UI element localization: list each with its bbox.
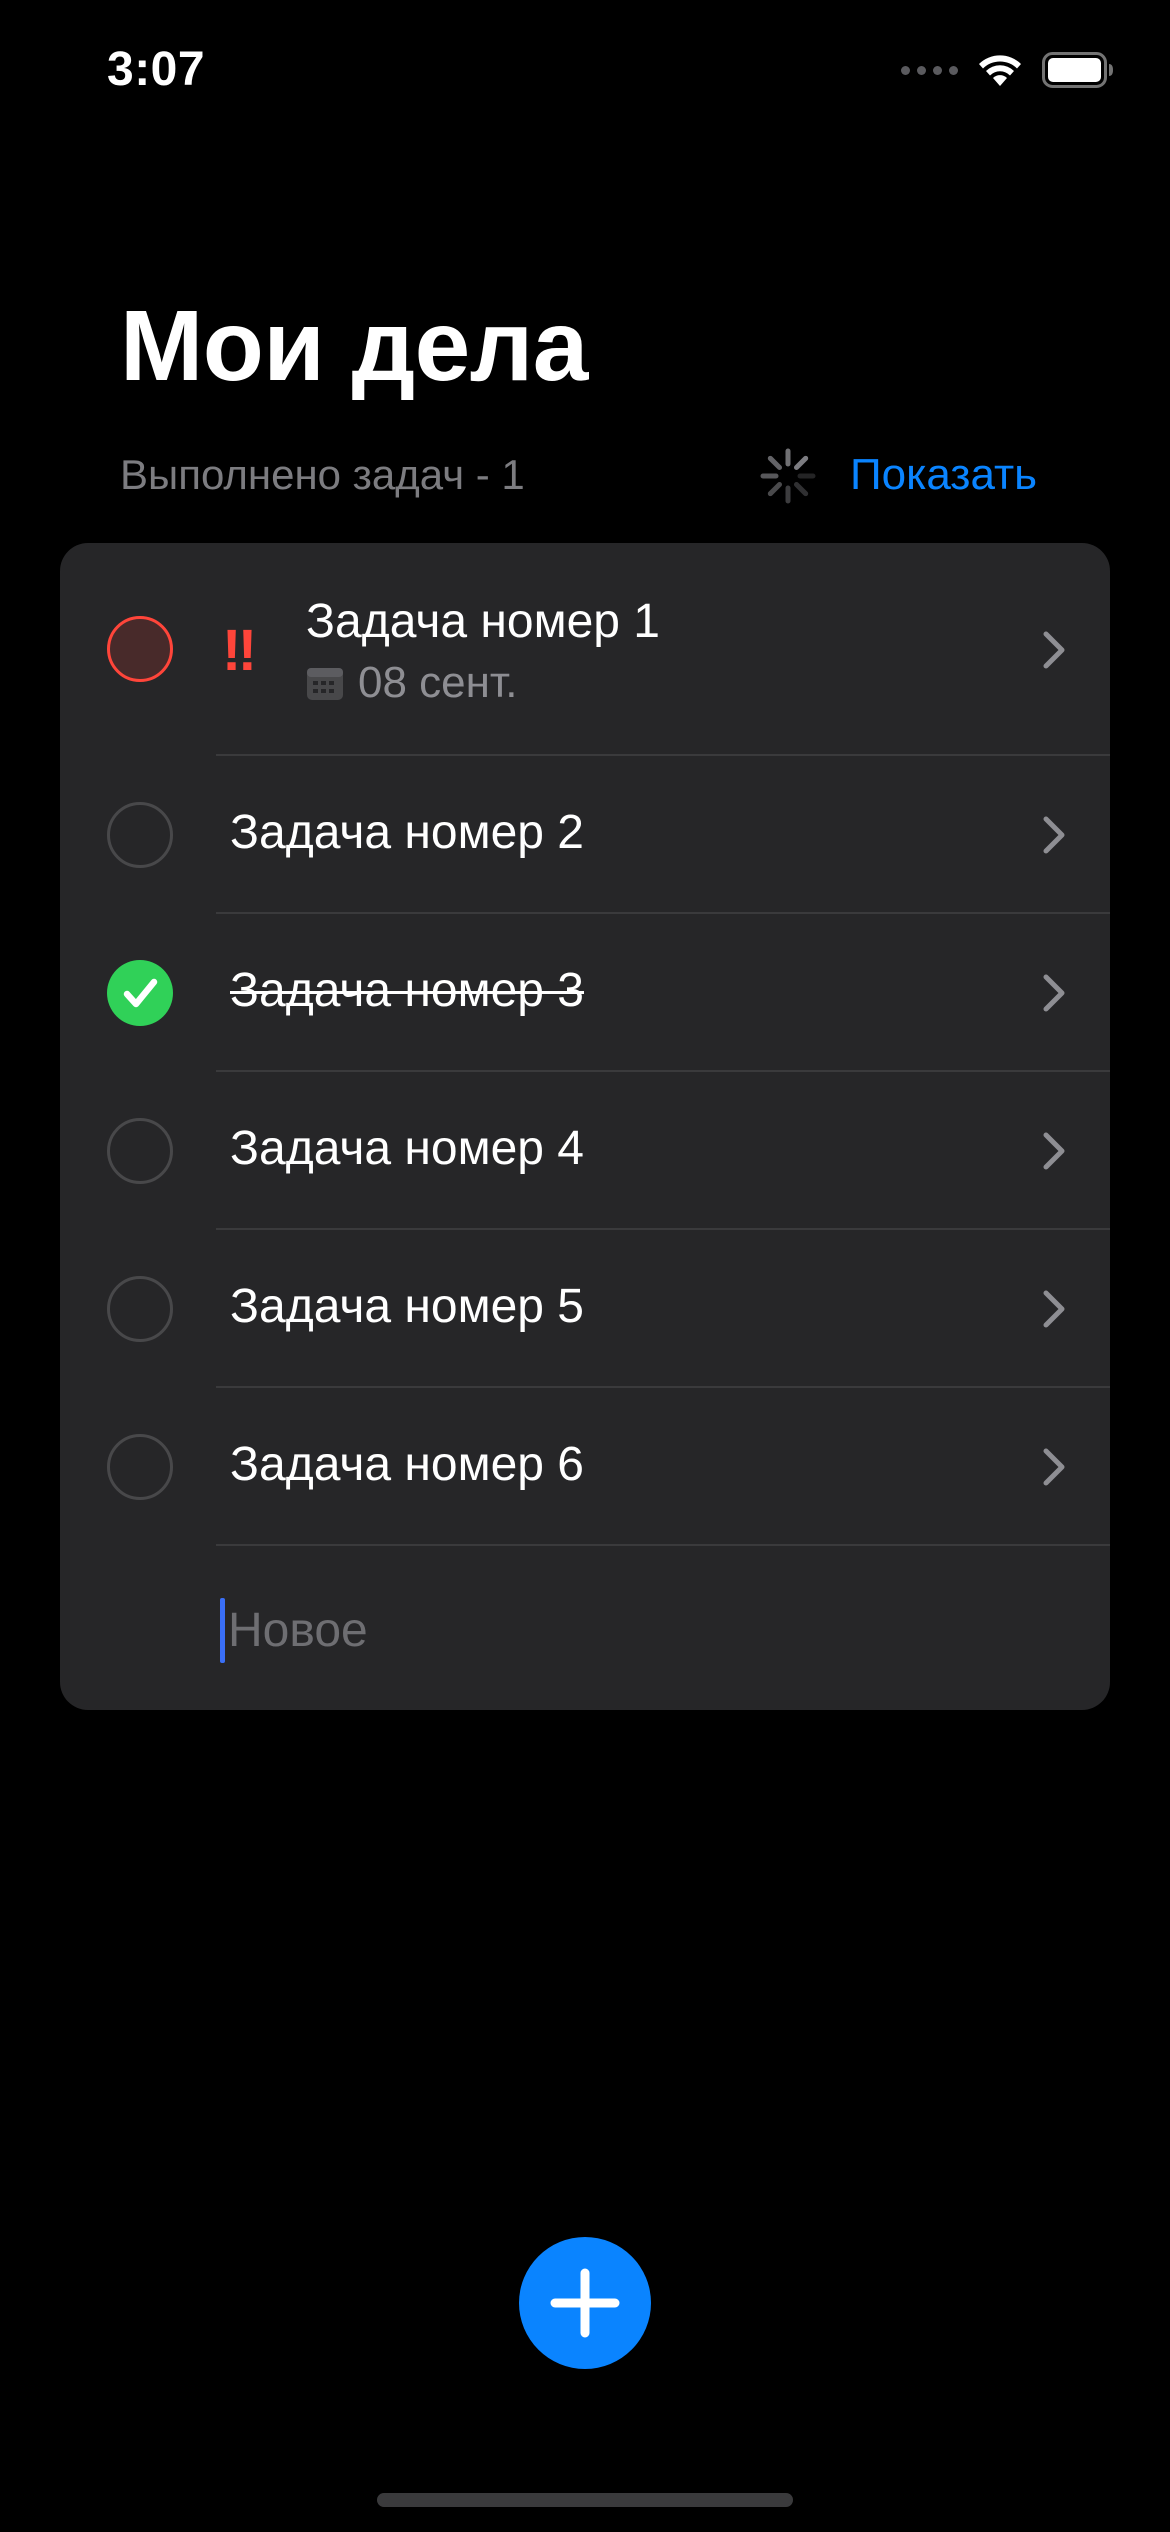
show-completed-button[interactable]: Показать <box>850 447 1037 503</box>
checkmark-icon <box>123 978 158 1008</box>
task-checkbox-checked[interactable] <box>107 960 173 1026</box>
loading-spinner-icon <box>760 448 816 504</box>
new-task-input[interactable] <box>222 1599 1048 1661</box>
battery-icon <box>1042 52 1113 88</box>
task-checkbox[interactable] <box>107 802 173 868</box>
chevron-right-icon <box>1043 1448 1065 1486</box>
task-checkbox[interactable] <box>107 616 173 682</box>
task-row[interactable]: Задача номер 2 <box>60 756 1110 914</box>
chevron-right-icon <box>1043 1290 1065 1328</box>
task-title: Задача номер 2 <box>230 806 584 859</box>
task-deadline: 08 сент. <box>306 655 517 711</box>
plus-icon <box>550 2268 620 2338</box>
task-title: Задача номер 5 <box>230 1280 584 1333</box>
task-checkbox[interactable] <box>107 1434 173 1500</box>
chevron-right-icon <box>1043 816 1065 854</box>
task-deadline-text: 08 сент. <box>358 658 518 707</box>
add-task-button[interactable] <box>519 2237 651 2369</box>
status-time: 3:07 <box>107 43 206 96</box>
wifi-icon <box>979 55 1021 86</box>
task-title: Задача номер 3 <box>230 964 584 1017</box>
task-list-card: ‼ Задача номер 1 08 сент. Задача номер 2 <box>60 543 1110 1710</box>
priority-high-icon: ‼ <box>222 618 257 683</box>
task-row[interactable]: Задача номер 3 <box>60 914 1110 1072</box>
task-row[interactable]: Задача номер 4 <box>60 1072 1110 1230</box>
task-row[interactable]: ‼ Задача номер 1 08 сент. <box>60 543 1110 756</box>
task-title: Задача номер 1 <box>306 595 660 648</box>
home-indicator <box>377 2493 793 2507</box>
completed-count: Выполнено задач - 1 <box>120 451 525 498</box>
signal-dots-icon <box>901 65 958 75</box>
row-divider <box>216 1544 1110 1546</box>
task-checkbox[interactable] <box>107 1276 173 1342</box>
calendar-icon <box>307 668 343 700</box>
page-title: Мои дела <box>120 290 588 402</box>
task-title: Задача номер 4 <box>230 1122 584 1175</box>
chevron-right-icon <box>1043 631 1065 669</box>
chevron-right-icon <box>1043 1132 1065 1170</box>
task-checkbox[interactable] <box>107 1118 173 1184</box>
chevron-right-icon <box>1043 974 1065 1012</box>
status-icons <box>901 52 1114 88</box>
task-title: Задача номер 6 <box>230 1438 584 1491</box>
task-row[interactable]: Задача номер 6 <box>60 1388 1110 1546</box>
task-row[interactable]: Задача номер 5 <box>60 1230 1110 1388</box>
